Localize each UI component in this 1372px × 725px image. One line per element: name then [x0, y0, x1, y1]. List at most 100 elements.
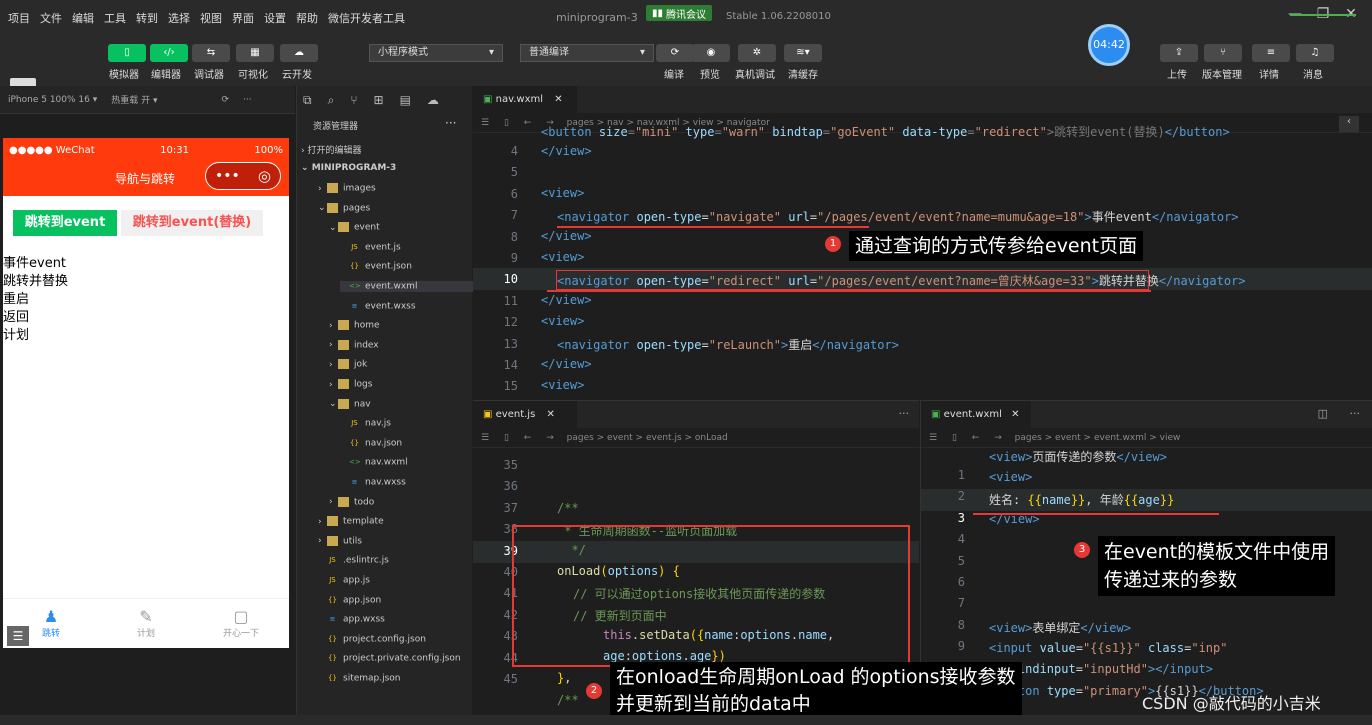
tab-jump[interactable]: ♟ 跳转 [21, 607, 81, 639]
menu-tools[interactable]: 工具 [104, 10, 126, 26]
tree-item-nav[interactable]: ⌄ nav [329, 398, 371, 409]
bookmark-icon[interactable]: ▯ [504, 118, 509, 128]
compile-button[interactable]: ⟳ [656, 44, 694, 62]
home-circle-icon[interactable]: ◎ [258, 167, 271, 185]
tree-item-event-json[interactable]: {} event.json [340, 261, 412, 272]
bookmark-icon[interactable]: ▯ [952, 433, 957, 443]
more-icon[interactable]: ··· [243, 95, 252, 105]
split-editor-icon[interactable]: ◫ [1318, 407, 1328, 420]
open-editors-section[interactable]: › 打开的编辑器 [301, 143, 361, 156]
back-icon[interactable]: ← [524, 433, 532, 443]
more-icon[interactable]: ··· [1350, 407, 1361, 420]
close-icon[interactable]: ✕ [1340, 6, 1362, 26]
bookmark-icon[interactable]: ▯ [504, 433, 509, 443]
tab-event-wxml[interactable]: ▣ event.wxml ✕ [921, 401, 1031, 428]
goto-event-replace-button[interactable]: 跳转到event(替换) [121, 210, 263, 236]
tree-item-project-config-json[interactable]: {} project.config.json [318, 634, 426, 644]
list-icon[interactable]: ☰ [7, 626, 29, 646]
editor-toggle-button[interactable]: ‹/› [150, 44, 188, 62]
minimize-icon[interactable]: — [1284, 6, 1306, 26]
storage-icon[interactable]: ▤ [400, 93, 411, 107]
messages-button[interactable]: ♫ [1296, 44, 1334, 62]
files-icon[interactable]: ⧉ [303, 93, 312, 108]
forward-icon[interactable]: → [546, 433, 554, 443]
more-icon[interactable]: ··· [445, 116, 456, 130]
tree-item-app-js[interactable]: JS app.js [318, 575, 370, 586]
menu-file[interactable]: 文件 [40, 10, 62, 26]
maximize-icon[interactable]: ❐ [1312, 6, 1334, 26]
menu-help[interactable]: 帮助 [296, 10, 318, 26]
tab-plan[interactable]: ✎ 计划 [116, 607, 176, 639]
cloud-button[interactable]: ☁ [280, 44, 318, 62]
tree-item-utils[interactable]: › utils [318, 535, 362, 546]
close-icon[interactable]: ✕ [546, 409, 554, 420]
forward-icon[interactable]: → [994, 433, 1002, 443]
tab-event-js[interactable]: ▣ event.js ✕ [473, 401, 577, 428]
list-icon[interactable]: ☰ [481, 118, 489, 128]
visual-toggle-button[interactable]: ▦ [236, 44, 274, 62]
tree-item-template[interactable]: › template [318, 516, 384, 527]
tree-item-home[interactable]: › home [329, 320, 380, 331]
tab-nav-wxml[interactable]: ▣ nav.wxml ✕ [473, 86, 577, 113]
list-icon[interactable]: ☰ [929, 433, 937, 443]
tree-item-index[interactable]: › index [329, 339, 379, 350]
menu-edit[interactable]: 编辑 [72, 10, 94, 26]
search-icon[interactable]: ⌕ [328, 93, 335, 108]
tree-item-todo[interactable]: › todo [329, 496, 374, 507]
tree-item-project-private-config-json[interactable]: {} project.private.config.json [318, 653, 461, 664]
more-icon[interactable]: ••• [215, 168, 240, 184]
tree-item-jok[interactable]: › jok [329, 359, 367, 370]
tree-item-nav-js[interactable]: JS nav.js [340, 418, 391, 429]
link-event[interactable]: 事件event [3, 252, 66, 271]
remote-debug-button[interactable]: ✲ [738, 44, 776, 62]
menu-interface[interactable]: 界面 [232, 10, 254, 26]
link-back[interactable]: 返回 [3, 306, 29, 325]
version-button[interactable]: ⑂ [1204, 44, 1242, 62]
link-plan[interactable]: 计划 [3, 324, 29, 343]
capsule-menu[interactable]: ••• ◎ [205, 162, 281, 190]
tree-item--eslintrc-js[interactable]: JS .eslintrc.js [318, 555, 389, 566]
tree-item-event-wxss[interactable]: ≡ event.wxss [340, 301, 416, 311]
tree-item-nav-wxml[interactable]: <> nav.wxml [340, 457, 408, 468]
link-relaunch[interactable]: 重启 [3, 288, 29, 307]
menu-settings[interactable]: 设置 [264, 10, 286, 26]
tree-item-sitemap-json[interactable]: {} sitemap.json [318, 673, 400, 684]
back-icon[interactable]: ← [972, 433, 980, 443]
debugger-toggle-button[interactable]: ⇆ [192, 44, 230, 62]
tree-item-event-js[interactable]: JS event.js [340, 242, 400, 252]
tree-item-app-json[interactable]: {} app.json [318, 595, 381, 605]
simulator-toggle-button[interactable]: ▯ [108, 44, 146, 62]
tree-item-nav-wxss[interactable]: ≡ nav.wxss [340, 477, 406, 488]
more-icon[interactable]: ··· [899, 407, 910, 420]
compile-select[interactable]: 普通编译 ▾ [520, 44, 654, 62]
preview-button[interactable]: ◉ [692, 44, 730, 62]
tree-item-nav-json[interactable]: {} nav.json [340, 438, 402, 448]
link-redirect[interactable]: 跳转并替换 [3, 270, 68, 289]
meeting-badge[interactable]: ▮▮ 腾讯会议 [646, 5, 713, 21]
tree-item-images[interactable]: › images [318, 183, 376, 194]
close-icon[interactable]: ✕ [1011, 409, 1019, 420]
details-button[interactable]: ≡ [1252, 44, 1290, 62]
close-icon[interactable]: ✕ [554, 94, 562, 105]
cloud-icon[interactable]: ☁ [427, 93, 439, 107]
tree-item-logs[interactable]: › logs [329, 379, 372, 390]
tree-item-event[interactable]: ⌄ event [329, 222, 380, 233]
goto-event-button[interactable]: 跳转到event [13, 210, 117, 236]
list-icon[interactable]: ☰ [481, 433, 489, 443]
extensions-icon[interactable]: ⊞ [374, 93, 384, 107]
back-icon[interactable]: ← [524, 118, 532, 128]
refresh-icon[interactable]: ⟳ [222, 95, 230, 105]
meeting-timer[interactable]: 04:42 [1088, 24, 1130, 66]
project-section[interactable]: ⌄ MINIPROGRAM-3 [301, 163, 396, 173]
menu-view[interactable]: 视图 [200, 10, 222, 26]
source-control-icon[interactable]: ⑂ [350, 93, 357, 107]
hot-reload-select[interactable]: 热重载 开 ▾ [111, 93, 157, 106]
tree-item-app-wxss[interactable]: ≡ app.wxss [318, 614, 385, 625]
upload-button[interactable]: ⇪ [1160, 44, 1198, 62]
tree-item-pages[interactable]: ⌄ pages [318, 202, 370, 213]
clear-cache-button[interactable]: ≋▾ [784, 44, 822, 62]
tab-fun[interactable]: ▢ 开心一下 [211, 607, 271, 639]
device-select[interactable]: iPhone 5 100% 16 ▾ [8, 95, 97, 105]
menu-wechat-devtools[interactable]: 微信开发者工具 [328, 10, 405, 26]
menu-project[interactable]: 项目 [8, 10, 30, 26]
